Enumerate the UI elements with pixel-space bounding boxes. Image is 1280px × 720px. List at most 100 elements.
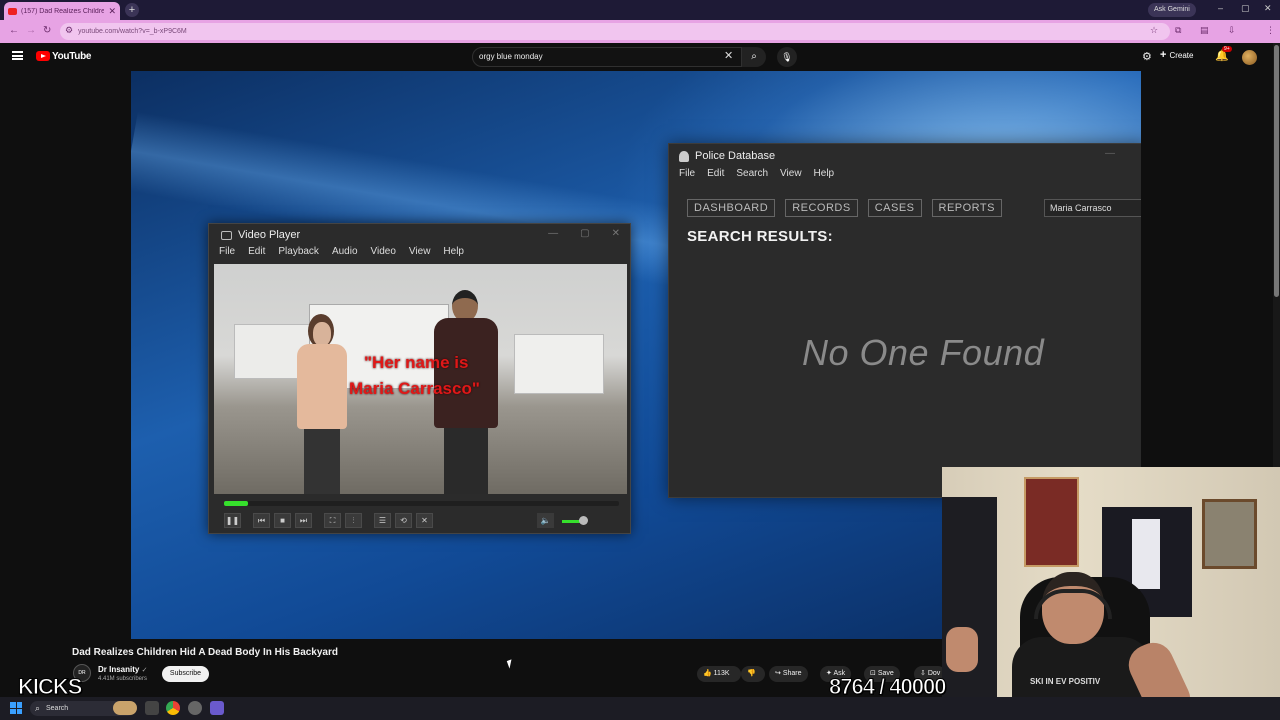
rv-trailer (514, 334, 604, 394)
downloads-icon[interactable]: ⇩ (1228, 25, 1236, 36)
account-avatar[interactable] (1242, 50, 1257, 65)
menu-view: View (780, 168, 802, 179)
channel-name-text: Dr Insanity (98, 665, 140, 674)
subscriber-count: 4.41M subscribers (98, 676, 148, 682)
youtube-logo-text[interactable]: YouTube (52, 51, 92, 62)
share-button[interactable]: ↪ Share (769, 666, 808, 682)
scrollbar-thumb[interactable] (1274, 45, 1279, 297)
police-database-window: Police Database — File Edit Search View … (668, 143, 1141, 498)
discord-icon[interactable] (210, 701, 224, 715)
sidepanel-icon[interactable]: ▤ (1200, 25, 1209, 36)
plus-icon: + (1160, 49, 1167, 61)
next-icon: ⏭ (295, 513, 312, 528)
shuffle-icon: ✕ (416, 513, 433, 528)
shirt-text: SKI IN EV POSITIV (1030, 677, 1101, 686)
close-icon: ✕ (611, 228, 620, 239)
browser-toolbar: ← → ↻ youtube.com/watch?v=_b-xP9C6M ⚙ ☆ … (0, 20, 1280, 43)
chrome-icon[interactable] (166, 701, 180, 715)
webcam-overlay: SKI IN EV POSITIV (942, 467, 1280, 720)
channel-name[interactable]: Dr Insanity ✓ (98, 665, 147, 674)
search-button[interactable]: ⌕ (742, 47, 766, 67)
reload-icon[interactable]: ↻ (43, 25, 51, 36)
video-player-window: Video Player — ▢ ✕ File Edit Playback Au… (208, 223, 631, 534)
subscribe-button[interactable]: Subscribe (162, 666, 209, 682)
tab-close-icon[interactable]: ✕ (108, 6, 116, 17)
video-player-app-icon (221, 230, 232, 240)
no-results-message: No One Found (802, 332, 1045, 373)
volume-knob (579, 516, 588, 525)
browser-tabstrip: (157) Dad Realizes Children... ✕ + Ask G… (0, 0, 1280, 20)
clear-search-icon[interactable]: ✕ (724, 49, 733, 62)
video-player-controls: ❚❚ ⏮ ■ ⏭ ⛶ ⫶ ☰ ⟲ ✕ (224, 513, 433, 528)
menu-playback: Playback (278, 246, 319, 257)
ask-gemini-button[interactable]: Ask Gemini (1148, 3, 1196, 17)
hamburger-menu-icon[interactable] (12, 51, 23, 60)
windows-start-icon[interactable] (10, 702, 22, 714)
mouse-cursor-icon (506, 659, 515, 669)
video-player-title: Video Player (238, 229, 301, 241)
tab-records: RECORDS (785, 199, 858, 217)
fullscreen-icon: ⛶ (324, 513, 341, 528)
tab-title: (157) Dad Realizes Children... (21, 7, 105, 15)
caption-line-2: Maria Carrasco" (349, 379, 480, 398)
extensions-icon[interactable]: ⧉ (1175, 25, 1181, 36)
new-tab-button[interactable]: + (125, 3, 139, 17)
create-button[interactable]: + Create (1160, 49, 1193, 61)
tab-reports: REPORTS (931, 199, 1002, 217)
app-icon[interactable] (188, 701, 202, 715)
thumbs-up-icon: 👍 (703, 670, 712, 677)
volume-icon: 🔈 (537, 513, 554, 528)
window-minimize-button[interactable]: – (1218, 3, 1223, 13)
share-label: Share (782, 670, 802, 677)
video-player-window-controls: — ▢ ✕ (548, 228, 620, 239)
youtube-logo-icon[interactable] (36, 51, 50, 61)
equalizer-icon: ⫶ (345, 513, 362, 528)
video-progress-fill (224, 501, 248, 506)
menu-edit: Edit (248, 246, 266, 257)
like-count: 113K (713, 670, 730, 677)
police-database-menubar: File Edit Search View Help (679, 168, 834, 179)
address-bar[interactable]: youtube.com/watch?v=_b-xP9C6M (60, 23, 1170, 40)
bookmark-star-icon[interactable]: ☆ (1150, 25, 1158, 36)
site-info-icon[interactable]: ⚙ (65, 25, 73, 36)
video-progress-bar (224, 501, 619, 506)
previous-icon: ⏮ (253, 513, 270, 528)
minimize-icon: — (1105, 148, 1115, 159)
browser-tab-active[interactable]: (157) Dad Realizes Children... ✕ (4, 2, 120, 20)
video-player-titlebar: Video Player (221, 229, 300, 241)
settings-gear-icon[interactable]: ⚙ (1142, 50, 1152, 63)
bodycam-footage: "Her name is Maria Carrasco" (214, 264, 627, 494)
police-database-title: Police Database (695, 150, 776, 162)
playlist-icon: ☰ (374, 513, 391, 528)
weather-widget-icon[interactable] (113, 701, 137, 715)
woman-figure (294, 314, 349, 494)
tab-dashboard: DASHBOARD (687, 199, 776, 217)
dislike-button[interactable]: 👎 (741, 666, 765, 682)
wall-poster (1024, 477, 1079, 567)
forward-arrow-icon[interactable]: → (26, 25, 36, 36)
task-view-icon[interactable] (145, 701, 159, 715)
like-button[interactable]: 👍 113K (697, 666, 741, 682)
youtube-header: YouTube orgy blue monday ✕ ⌕ 🎙 ⚙ + Create… (0, 43, 1280, 71)
menu-video: Video (370, 246, 396, 257)
database-search-field: Maria Carrasco (1044, 199, 1141, 217)
tab-cases: CASES (867, 199, 922, 217)
window-maximize-button[interactable]: ▢ (1241, 3, 1250, 14)
back-arrow-icon[interactable]: ← (9, 25, 19, 36)
thumbs-down-icon: 👎 (747, 670, 756, 677)
menu-view: View (408, 246, 431, 257)
voice-search-button[interactable]: 🎙 (777, 47, 797, 67)
browser-menu-icon[interactable]: ⋮ (1266, 25, 1275, 36)
wall-poster (1202, 499, 1257, 569)
minimize-icon: — (548, 228, 559, 239)
stop-icon: ■ (274, 513, 291, 528)
user-icon (679, 150, 689, 162)
search-icon: ⌕ (751, 51, 757, 62)
menu-search: Search (736, 168, 769, 179)
youtube-favicon-icon (8, 7, 17, 15)
window-close-button[interactable]: ✕ (1264, 3, 1272, 14)
windows-taskbar: Search (0, 697, 1280, 720)
video-caption: "Her name is Maria Carrasco" (349, 350, 480, 402)
search-input[interactable]: orgy blue monday (472, 47, 742, 67)
share-icon: ↪ (775, 670, 781, 677)
